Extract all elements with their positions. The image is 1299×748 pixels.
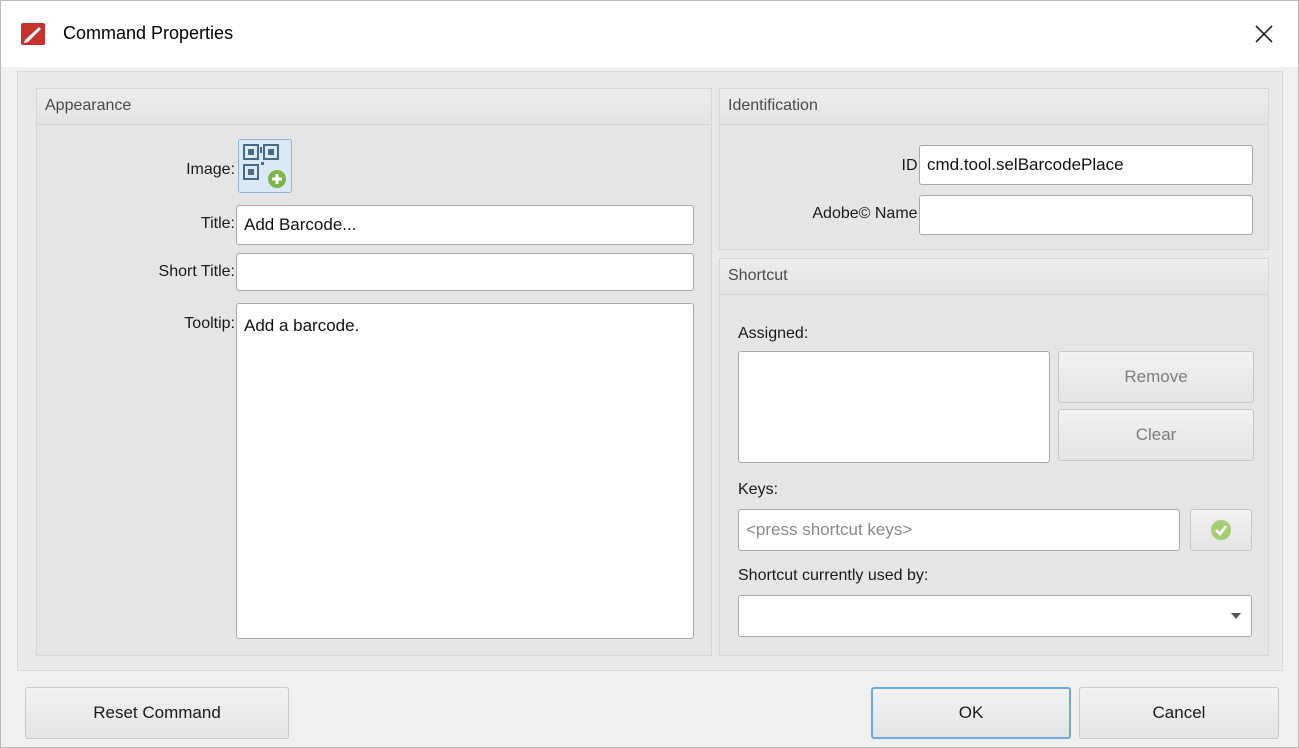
id-field[interactable]: cmd.tool.selBarcodePlace (919, 145, 1253, 185)
title-field[interactable]: Add Barcode... (236, 205, 694, 245)
identification-group: Identification ID: cmd.tool.selBarcodePl… (719, 88, 1269, 250)
adobe-name-field[interactable] (919, 195, 1253, 235)
command-properties-dialog: Command Properties Appearance Image: Tit… (0, 0, 1299, 748)
appearance-group: Appearance Image: Title: Add Barcode... … (36, 88, 712, 656)
identification-header-label: Identification (728, 97, 818, 114)
adobe-name-label: Adobe© Name: (812, 205, 922, 222)
chevron-down-icon (1231, 613, 1241, 619)
image-label: Image: (186, 161, 235, 178)
clear-button[interactable]: Clear (1058, 409, 1254, 461)
assigned-list[interactable] (738, 351, 1050, 463)
window-title: Command Properties (63, 23, 234, 43)
close-icon (1255, 25, 1273, 43)
keys-field[interactable]: <press shortcut keys> (738, 509, 1180, 551)
shortcut-group: Shortcut Assigned: Remove Clear Keys: <p… (719, 258, 1269, 656)
short-title-label: Short Title: (158, 263, 235, 280)
close-button[interactable] (1244, 15, 1284, 53)
assigned-label: Assigned: (738, 325, 809, 342)
used-by-select[interactable] (738, 595, 1252, 637)
appearance-header-label: Appearance (45, 97, 132, 114)
reset-command-button[interactable]: Reset Command (25, 687, 289, 739)
tooltip-field[interactable]: Add a barcode. (236, 303, 694, 639)
check-circle-icon (1211, 520, 1231, 540)
cancel-button[interactable]: Cancel (1079, 687, 1279, 739)
barcode-add-icon (243, 144, 286, 188)
shortcut-header-label: Shortcut (728, 267, 788, 284)
remove-button[interactable]: Remove (1058, 351, 1254, 403)
image-button[interactable] (238, 139, 292, 193)
short-title-field[interactable] (236, 253, 694, 291)
appearance-header: Appearance (37, 89, 711, 125)
pdf-editor-icon (21, 23, 45, 45)
ok-button[interactable]: OK (871, 687, 1071, 739)
apply-shortcut-button[interactable] (1190, 509, 1252, 551)
title-bar: Command Properties (1, 1, 1298, 67)
keys-label: Keys: (738, 481, 779, 498)
tooltip-label: Tooltip: (184, 315, 235, 332)
used-by-label: Shortcut currently used by: (738, 567, 929, 584)
title-label: Title: (200, 215, 235, 232)
dialog-content: Appearance Image: Title: Add Barcode... … (17, 71, 1283, 671)
identification-header: Identification (720, 89, 1268, 125)
shortcut-header: Shortcut (720, 259, 1268, 295)
